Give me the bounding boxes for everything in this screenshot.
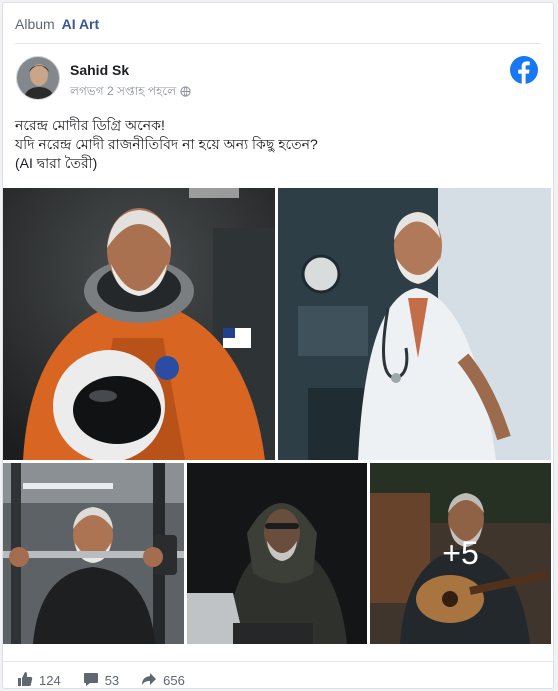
- globe-icon: [180, 86, 191, 100]
- album-name-link[interactable]: AI Art: [62, 16, 100, 32]
- post-card: Album AI Art Sahid Sk লগভগ 2 সপ্তাহ পহলে…: [2, 2, 554, 689]
- divider: [15, 43, 541, 44]
- photo-gym[interactable]: [3, 463, 184, 644]
- caption-line: (AI দ্বারা তৈরী): [15, 155, 98, 171]
- photo-hoodie-laptop[interactable]: [187, 463, 367, 644]
- more-photos-overlay[interactable]: +5: [370, 463, 551, 644]
- author-name[interactable]: Sahid Sk: [70, 62, 129, 78]
- album-prefix: Album: [15, 16, 55, 32]
- share-count: 656: [163, 673, 185, 688]
- facebook-logo-icon[interactable]: [510, 56, 538, 84]
- like-icon: [17, 671, 33, 688]
- comment-stat[interactable]: 53: [83, 671, 120, 688]
- caption-line: যদি নরেন্দ্র মোদী রাজনীতিবিদ না হয়ে অন্…: [15, 136, 318, 152]
- photo-astronaut[interactable]: [3, 188, 275, 460]
- album-header: Album AI Art: [15, 16, 99, 32]
- like-count: 124: [39, 673, 61, 688]
- share-stat[interactable]: 656: [141, 671, 185, 688]
- comment-icon: [83, 671, 99, 688]
- like-stat[interactable]: 124: [17, 671, 61, 688]
- engagement-bar: 124 53 656: [17, 671, 185, 688]
- post-time-text: লগভগ 2 সপ্তাহ পহলে: [70, 84, 177, 98]
- divider: [3, 661, 553, 662]
- share-icon: [141, 671, 157, 688]
- photo-guitar[interactable]: +5: [370, 463, 551, 644]
- comment-count: 53: [104, 673, 120, 688]
- post-time[interactable]: লগভগ 2 সপ্তাহ পহলে: [70, 83, 191, 103]
- post-caption: নরেন্দ্র মোদীর ডিগ্রি অনেক! যদি নরেন্দ্র…: [15, 116, 318, 173]
- photo-doctor[interactable]: [278, 188, 551, 460]
- caption-line: নরেন্দ্র মোদীর ডিগ্রি অনেক!: [15, 117, 165, 133]
- author-avatar[interactable]: [16, 56, 60, 100]
